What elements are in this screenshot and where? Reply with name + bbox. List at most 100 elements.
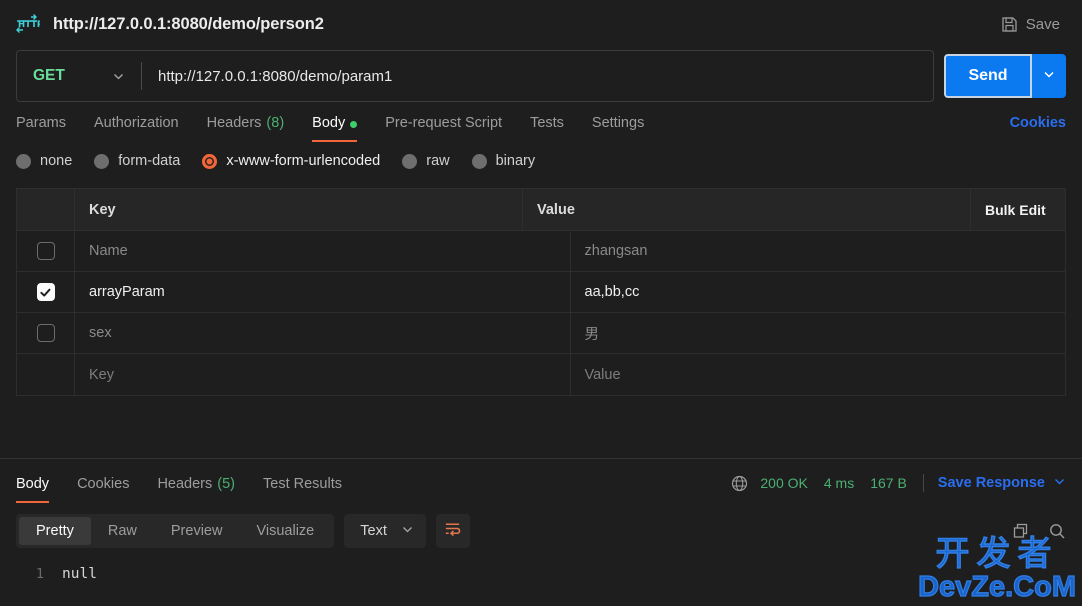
chevron-down-icon	[1053, 475, 1066, 492]
radio-icon	[471, 153, 487, 169]
svg-text:HTTP: HTTP	[18, 20, 40, 30]
radio-label: none	[40, 153, 73, 169]
row-value-cell[interactable]: Value	[571, 354, 1066, 395]
url-input[interactable]	[142, 51, 933, 101]
code-line: 1 null	[0, 564, 1082, 584]
tab-label: Test Results	[263, 476, 342, 492]
tab-tests[interactable]: Tests	[516, 115, 578, 142]
search-icon[interactable]	[1048, 522, 1066, 540]
row-value-text: zhangsan	[584, 243, 648, 259]
url-field-group: GET	[16, 50, 934, 102]
header-value-cell: Value	[537, 201, 575, 218]
word-wrap-button[interactable]	[435, 514, 470, 548]
cookies-link[interactable]: Cookies	[1010, 115, 1066, 142]
row-checkbox-cell	[17, 231, 75, 271]
tab-label: Headers	[206, 115, 262, 131]
row-value-cell[interactable]: aa,bb,cc	[571, 272, 1066, 312]
row-key-text: arrayParam	[89, 284, 165, 300]
radio-none[interactable]: none	[16, 153, 72, 169]
row-checkbox[interactable]	[36, 324, 55, 342]
tab-label: Params	[16, 115, 66, 131]
tab-settings[interactable]: Settings	[578, 115, 658, 142]
header-checkbox-cell	[17, 189, 75, 230]
header-key-cell: Key	[75, 189, 523, 230]
save-button-label: Save	[1025, 15, 1060, 33]
copy-icon[interactable]	[1012, 522, 1030, 540]
tab-label: Pre-request Script	[385, 115, 503, 131]
send-options-button[interactable]	[1032, 54, 1066, 98]
body-type-radio-group: none form-data x-www-form-urlencoded raw…	[0, 142, 1082, 180]
tab-label: Settings	[591, 115, 645, 131]
title-bar: HTTP http://127.0.0.1:8080/demo/person2 …	[0, 0, 1082, 48]
row-value-cell[interactable]: zhangsan	[571, 231, 1066, 271]
table-row[interactable]: arrayParam aa,bb,cc	[17, 272, 1065, 313]
tab-label: Headers	[157, 476, 213, 492]
send-button-group: Send	[944, 54, 1066, 98]
row-key-text: Name	[89, 243, 128, 259]
radio-form-data[interactable]: form-data	[94, 153, 180, 169]
save-response-label: Save Response	[937, 475, 1045, 491]
row-key-placeholder: Key	[89, 366, 114, 383]
tab-label: Body	[16, 476, 50, 492]
url-row: GET Send	[0, 48, 1082, 104]
response-viewer-toolbar: Pretty Raw Preview Visualize Text	[0, 508, 1082, 554]
view-mode-pretty[interactable]: Pretty	[19, 517, 91, 545]
tab-label: Tests	[530, 115, 564, 131]
table-row-empty[interactable]: Key Value	[17, 354, 1065, 395]
radio-label: binary	[495, 153, 536, 169]
tab-pre-request-script[interactable]: Pre-request Script	[371, 115, 516, 142]
row-key-cell[interactable]: arrayParam	[75, 272, 571, 312]
response-tab-test-results[interactable]: Test Results	[249, 476, 356, 503]
response-size: 167 B	[870, 475, 907, 491]
view-mode-preview[interactable]: Preview	[154, 517, 240, 545]
floppy-disk-icon	[1001, 16, 1018, 33]
http-icon: HTTP	[14, 12, 43, 36]
request-tabs: Params Authorization Headers (8) Body Pr…	[0, 104, 1082, 142]
row-key-cell[interactable]: sex	[75, 313, 571, 353]
row-key-cell[interactable]: Name	[75, 231, 571, 271]
row-value-text: 男	[584, 326, 600, 343]
word-wrap-icon	[443, 519, 462, 543]
send-button[interactable]: Send	[944, 54, 1032, 98]
tab-body[interactable]: Body	[298, 115, 371, 142]
tab-params[interactable]: Params	[16, 115, 80, 142]
tab-headers[interactable]: Headers (8)	[193, 115, 299, 142]
response-tab-cookies[interactable]: Cookies	[63, 476, 143, 503]
tab-count: (8)	[266, 115, 285, 131]
radio-label: form-data	[118, 153, 181, 169]
row-value-cell[interactable]: 男	[571, 313, 1066, 353]
radio-x-www-form-urlencoded[interactable]: x-www-form-urlencoded	[202, 153, 380, 169]
method-selector[interactable]: GET	[17, 51, 141, 101]
radio-binary[interactable]: binary	[471, 153, 536, 169]
row-key-cell[interactable]: Key	[75, 354, 571, 395]
response-format-label: Text	[360, 523, 387, 539]
row-checkbox-cell	[17, 354, 75, 395]
row-checkbox-checked[interactable]	[36, 283, 55, 301]
response-time: 4 ms	[823, 475, 855, 491]
row-checkbox[interactable]	[36, 242, 55, 260]
table-row[interactable]: sex 男	[17, 313, 1065, 354]
response-meta: 200 OK 4 ms 167 B Save Response	[731, 474, 1066, 503]
line-number: 1	[35, 566, 44, 582]
radio-icon	[402, 153, 418, 169]
meta-divider	[922, 474, 924, 492]
tab-label: Authorization	[93, 115, 179, 131]
row-value-text: aa,bb,cc	[584, 284, 640, 300]
bulk-edit-button[interactable]: Bulk Edit	[985, 202, 1046, 218]
bulk-edit-cell: Bulk Edit	[970, 189, 1065, 230]
view-mode-raw[interactable]: Raw	[91, 517, 154, 545]
response-format-selector[interactable]: Text	[344, 514, 426, 548]
tab-authorization[interactable]: Authorization	[80, 115, 193, 142]
params-table: Key Value Bulk Edit Name zhangsan arrayP…	[16, 188, 1066, 396]
save-button[interactable]: Save	[995, 12, 1066, 37]
view-mode-visualize[interactable]: Visualize	[239, 517, 331, 545]
save-response-button[interactable]: Save Response	[938, 475, 1066, 492]
row-value-placeholder: Value	[584, 366, 621, 383]
response-body-viewer[interactable]: 1 null	[0, 556, 1082, 606]
table-row[interactable]: Name zhangsan	[17, 231, 1065, 272]
chevron-down-icon	[1042, 67, 1056, 86]
response-tab-body[interactable]: Body	[16, 476, 63, 503]
response-tab-headers[interactable]: Headers (5)	[143, 476, 249, 503]
view-mode-segmented-control: Pretty Raw Preview Visualize	[16, 514, 335, 548]
radio-raw[interactable]: raw	[402, 153, 450, 169]
